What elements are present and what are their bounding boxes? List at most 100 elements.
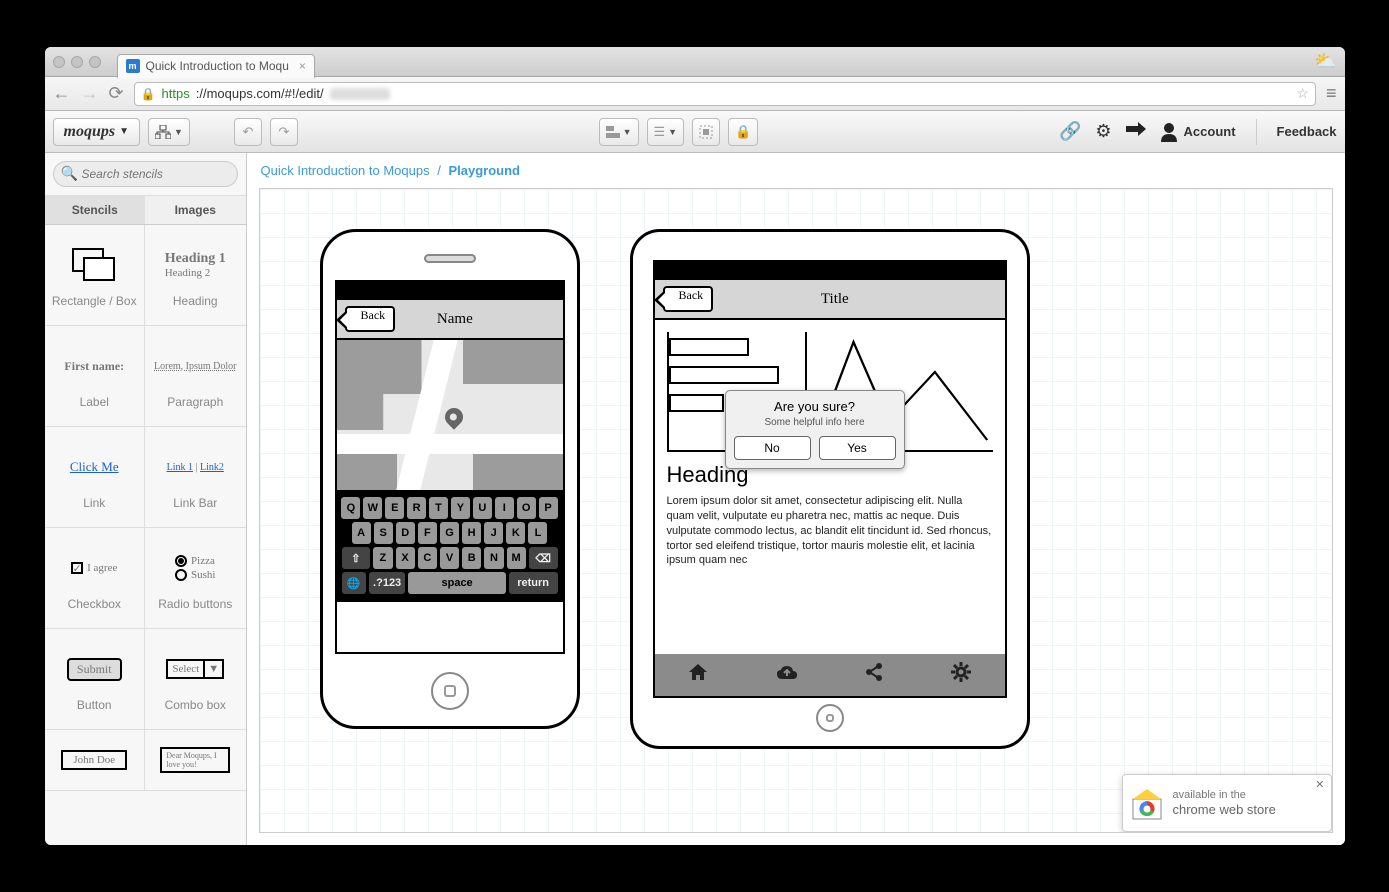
keyboard-stencil[interactable]: QWERTYUIOP ASDFGHJKL ⇧ZXCVBNM⌫ 🌐.?123spa… xyxy=(337,492,563,602)
chrome-webstore-icon xyxy=(1129,785,1165,821)
weather-extension-icon[interactable]: ⛅ xyxy=(1314,51,1336,72)
feedback-link[interactable]: Feedback xyxy=(1277,124,1337,139)
close-icon[interactable]: ✕ xyxy=(1315,778,1324,791)
layers-icon: ☰ xyxy=(654,124,666,140)
back-button[interactable]: Back xyxy=(345,306,396,332)
tablet-mockup[interactable]: Back Title xyxy=(630,229,1030,749)
tab-close-icon[interactable]: × xyxy=(299,59,306,73)
key-a[interactable]: A xyxy=(352,522,371,544)
undo-button[interactable]: ↶ xyxy=(234,118,262,146)
minimize-window-icon[interactable] xyxy=(71,56,83,68)
key-c[interactable]: C xyxy=(418,547,437,569)
align-button[interactable]: ▼ xyxy=(599,118,639,146)
stencil-checkbox[interactable]: ✓I agree Checkbox xyxy=(45,528,146,628)
stencil-textarea[interactable]: Dear Moqups, I love you! xyxy=(145,730,246,790)
home-button[interactable] xyxy=(816,704,844,732)
key-y[interactable]: Y xyxy=(451,497,470,519)
key-h[interactable]: H xyxy=(462,522,481,544)
zoom-window-icon[interactable] xyxy=(89,56,101,68)
cloud-icon[interactable] xyxy=(775,663,799,687)
layers-button[interactable]: ☰▼ xyxy=(647,118,685,146)
key-space[interactable]: space xyxy=(408,572,505,594)
key-m[interactable]: M xyxy=(507,547,526,569)
share-icon[interactable] xyxy=(1126,121,1146,142)
dialog-yes-button[interactable]: Yes xyxy=(819,436,896,460)
key-p[interactable]: P xyxy=(539,497,558,519)
sidebar-tabs: Stencils Images xyxy=(45,196,246,225)
gear-icon[interactable]: ⚙ xyxy=(1095,121,1111,142)
key-z[interactable]: Z xyxy=(373,547,392,569)
sitemap-button[interactable]: ▼ xyxy=(148,118,190,146)
back-icon[interactable]: ← xyxy=(53,83,71,104)
share-icon[interactable] xyxy=(864,662,884,688)
key-x[interactable]: X xyxy=(396,547,415,569)
key-return[interactable]: return xyxy=(509,572,558,594)
key-w[interactable]: W xyxy=(363,497,382,519)
key-r[interactable]: R xyxy=(407,497,426,519)
group-button[interactable] xyxy=(692,118,720,146)
stencil-rectangle[interactable]: Rectangle / Box xyxy=(45,225,146,325)
dialog-stencil[interactable]: Are you sure? Some helpful info here No … xyxy=(725,390,905,469)
phone-mockup[interactable]: Back Name QWERT xyxy=(320,229,580,729)
lock-button[interactable]: 🔒 xyxy=(728,118,758,146)
home-button[interactable] xyxy=(431,672,469,710)
dialog-no-button[interactable]: No xyxy=(734,436,811,460)
logo-button[interactable]: moqups ▼ xyxy=(53,118,140,146)
browser-tab[interactable]: m Quick Introduction to Moqu × xyxy=(117,54,315,78)
stencil-label: Link Bar xyxy=(173,496,217,510)
stencil-radio[interactable]: Pizza Sushi Radio buttons xyxy=(145,528,246,628)
key-s[interactable]: S xyxy=(374,522,393,544)
key-🌐[interactable]: 🌐 xyxy=(342,572,366,594)
key-⌫[interactable]: ⌫ xyxy=(529,547,558,569)
stencil-input[interactable]: John Doe xyxy=(45,730,146,790)
redo-button[interactable]: ↷ xyxy=(270,118,298,146)
key-t[interactable]: T xyxy=(429,497,448,519)
key-e[interactable]: E xyxy=(385,497,404,519)
url-input[interactable]: 🔒 https://moqups.com/#!/edit/ ☆ xyxy=(134,82,1316,106)
key-i[interactable]: I xyxy=(495,497,514,519)
favicon-icon: m xyxy=(126,59,140,73)
breadcrumb-page: Playground xyxy=(448,163,520,178)
account-button[interactable]: Account xyxy=(1160,122,1236,142)
key-o[interactable]: O xyxy=(517,497,536,519)
stencil-button[interactable]: Submit Button xyxy=(45,629,146,729)
stencil-heading[interactable]: Heading 1 Heading 2 Heading xyxy=(145,225,246,325)
key-f[interactable]: F xyxy=(418,522,437,544)
map-stencil[interactable] xyxy=(337,340,563,492)
paragraph-stencil[interactable]: Lorem ipsum dolor sit amet, consectetur … xyxy=(667,494,993,568)
stencil-linkbar[interactable]: Link 1 | Link2 Link Bar xyxy=(145,427,246,527)
stencil-paragraph[interactable]: Lorem, Ipsum Dolor Paragraph xyxy=(145,326,246,426)
breadcrumb-project[interactable]: Quick Introduction to Moqups xyxy=(261,163,430,178)
key-⇧[interactable]: ⇧ xyxy=(342,547,371,569)
key-v[interactable]: V xyxy=(440,547,459,569)
key-u[interactable]: U xyxy=(473,497,492,519)
stencil-label[interactable]: First name: Label xyxy=(45,326,146,426)
link-icon[interactable]: 🔗 xyxy=(1059,121,1081,142)
key-d[interactable]: D xyxy=(396,522,415,544)
key-q[interactable]: Q xyxy=(341,497,360,519)
tab-images[interactable]: Images xyxy=(145,196,246,224)
link2: Link2 xyxy=(200,462,224,473)
key-.?123[interactable]: .?123 xyxy=(369,572,406,594)
key-g[interactable]: G xyxy=(440,522,459,544)
chrome-webstore-popup[interactable]: ✕ available in the chrome web store xyxy=(1122,774,1332,832)
bookmark-star-icon[interactable]: ☆ xyxy=(1296,85,1309,102)
key-b[interactable]: B xyxy=(462,547,481,569)
key-n[interactable]: N xyxy=(484,547,503,569)
chrome-menu-icon[interactable]: ≡ xyxy=(1326,83,1337,104)
key-j[interactable]: J xyxy=(484,522,503,544)
forward-icon[interactable]: → xyxy=(81,83,99,104)
key-k[interactable]: K xyxy=(506,522,525,544)
stencil-link[interactable]: Click Me Link xyxy=(45,427,146,527)
padlock-icon: 🔒 xyxy=(735,124,751,140)
back-button[interactable]: Back xyxy=(663,286,714,312)
gear-icon[interactable] xyxy=(950,661,972,689)
reload-icon[interactable]: ⟳ xyxy=(109,83,124,104)
home-icon[interactable] xyxy=(687,662,709,688)
tab-stencils[interactable]: Stencils xyxy=(45,196,146,224)
search-input[interactable] xyxy=(53,161,238,187)
close-window-icon[interactable] xyxy=(53,56,65,68)
canvas[interactable]: Back Name QWERT xyxy=(259,188,1333,833)
stencil-combobox[interactable]: Select▼ Combo box xyxy=(145,629,246,729)
key-l[interactable]: L xyxy=(528,522,547,544)
